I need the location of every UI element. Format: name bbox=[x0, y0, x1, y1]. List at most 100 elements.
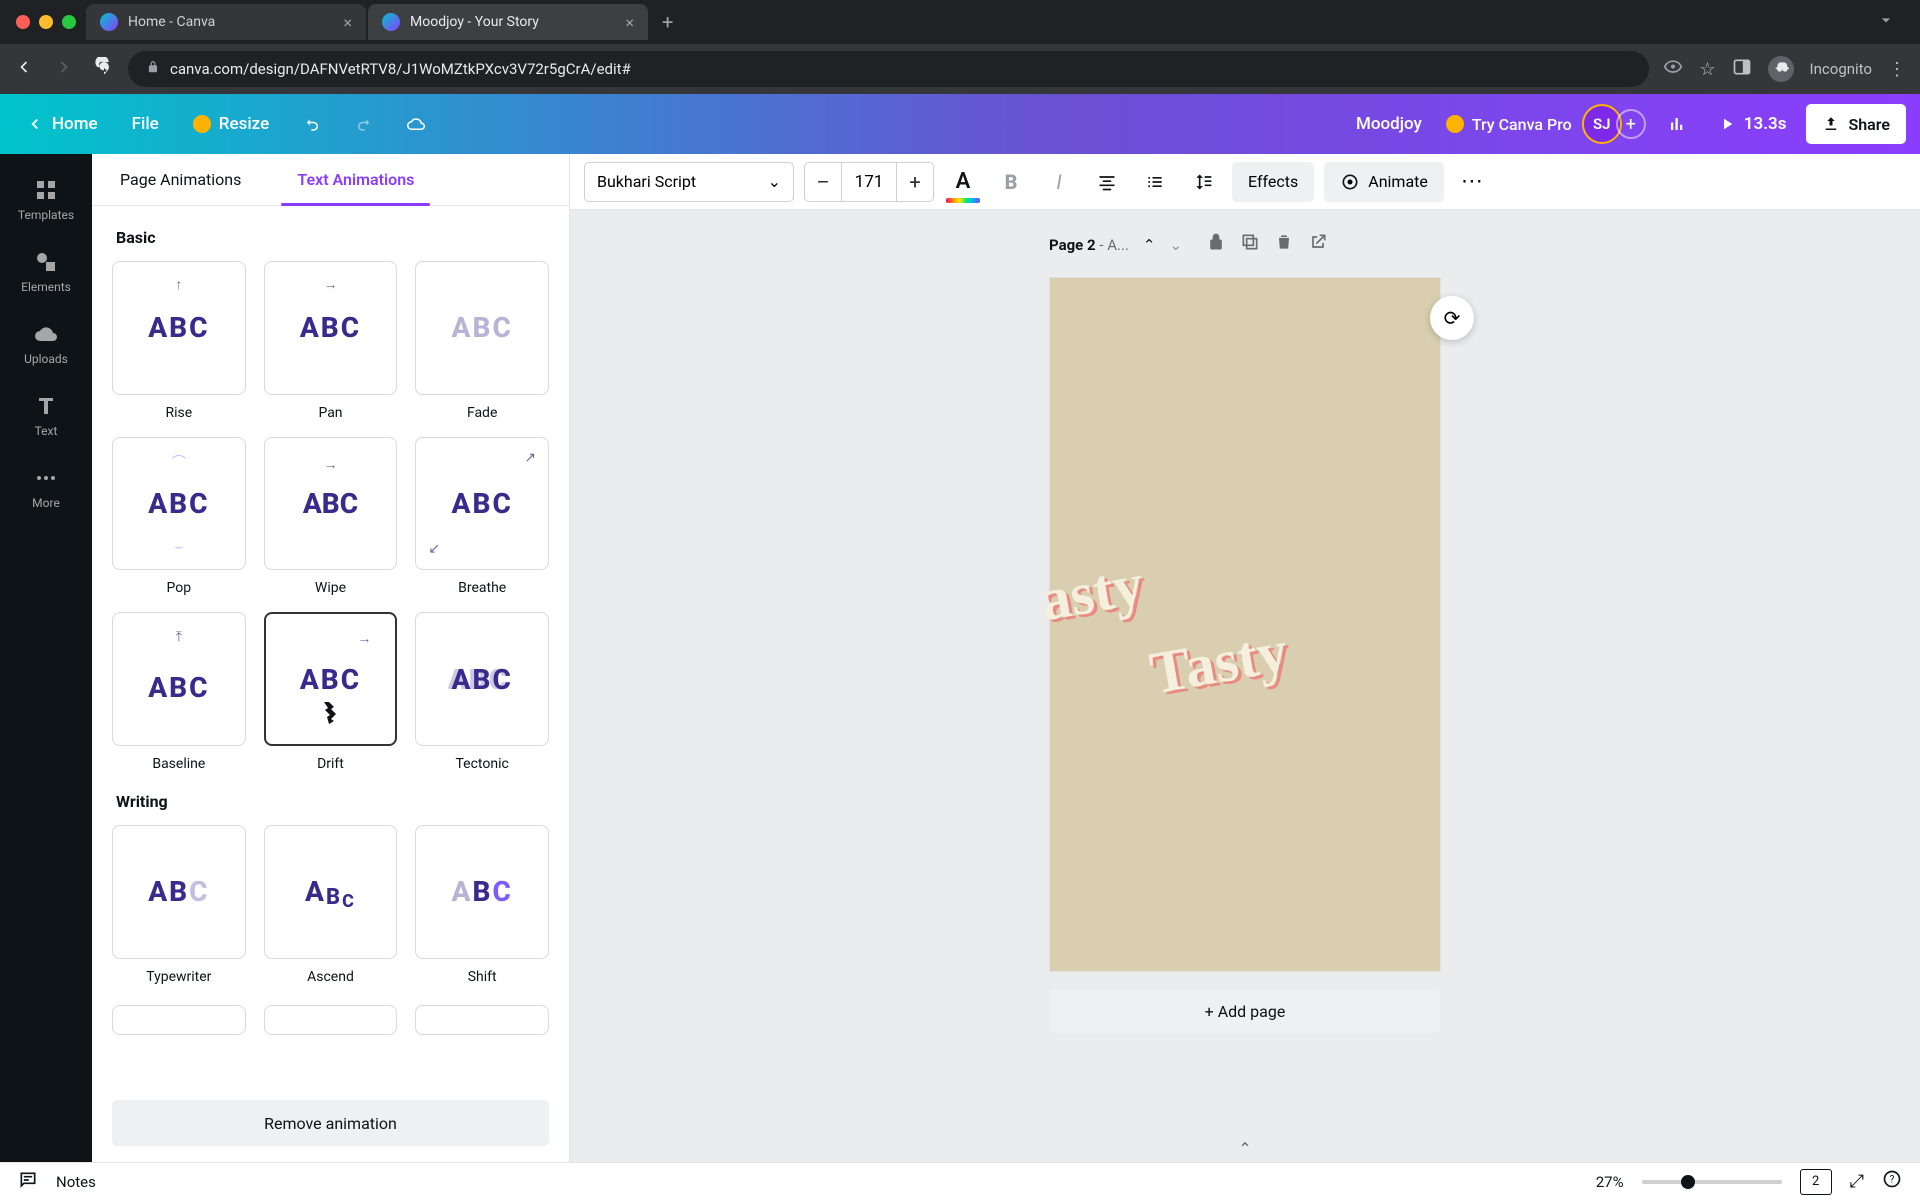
anim-fade[interactable]: ABCFade bbox=[415, 261, 549, 421]
forward-icon[interactable] bbox=[54, 57, 74, 82]
anim-pop[interactable]: ⌒ABC⌣Pop bbox=[112, 437, 246, 597]
anim-ascend[interactable]: ABCAscend bbox=[264, 825, 398, 985]
share-button[interactable]: Share bbox=[1806, 104, 1906, 144]
lock-icon bbox=[146, 60, 160, 78]
anim-baseline[interactable]: ⤒ABCBaseline bbox=[112, 612, 246, 772]
zoom-slider[interactable] bbox=[1642, 1180, 1782, 1184]
back-icon[interactable] bbox=[14, 57, 34, 82]
anim-drift[interactable]: →ABCDrift bbox=[264, 612, 398, 772]
address-bar[interactable]: canva.com/design/DAFNVetRTV8/J1WoMZtkPXc… bbox=[128, 51, 1649, 87]
incognito-avatar[interactable] bbox=[1768, 56, 1794, 82]
page-up-icon[interactable]: ⌃ bbox=[1143, 236, 1156, 254]
close-tab-icon[interactable]: × bbox=[343, 13, 352, 32]
add-member-button[interactable]: + bbox=[1616, 109, 1646, 139]
maximize-window[interactable] bbox=[62, 15, 76, 29]
anim-pan[interactable]: →ABCPan bbox=[264, 261, 398, 421]
favicon bbox=[382, 13, 400, 31]
delete-page-icon[interactable] bbox=[1274, 232, 1294, 257]
redo-button[interactable] bbox=[343, 104, 385, 144]
text-toolbar: Bukhari Script ⌄ – + A B I Effects Anima… bbox=[570, 154, 1920, 210]
text-color-button[interactable]: A bbox=[944, 163, 982, 201]
home-button[interactable]: Home bbox=[14, 104, 110, 144]
help-icon[interactable]: ? bbox=[1882, 1169, 1902, 1194]
undo-button[interactable] bbox=[291, 104, 333, 144]
notes-label[interactable]: Notes bbox=[56, 1173, 96, 1191]
try-pro-button[interactable]: Try Canva Pro bbox=[1446, 115, 1572, 134]
browser-tab-strip: Home - Canva × Moodjoy - Your Story × + bbox=[0, 0, 1920, 44]
rail-elements[interactable]: Elements bbox=[0, 238, 92, 306]
anim-tectonic[interactable]: ABCTectonic bbox=[415, 612, 549, 772]
spacing-button[interactable] bbox=[1184, 163, 1222, 201]
more-options-icon[interactable]: ⋯ bbox=[1454, 163, 1492, 201]
tab-page-animations[interactable]: Page Animations bbox=[92, 154, 269, 205]
list-button[interactable] bbox=[1136, 163, 1174, 201]
crown-icon bbox=[1446, 115, 1464, 133]
anim-extra-3[interactable] bbox=[415, 1005, 549, 1035]
tab-menu-icon[interactable] bbox=[1862, 10, 1910, 34]
resize-button[interactable]: Resize bbox=[181, 104, 281, 144]
rail-text[interactable]: Text bbox=[0, 382, 92, 450]
expand-timeline-icon[interactable]: ⌃ bbox=[1238, 1139, 1251, 1158]
window-controls bbox=[10, 15, 86, 29]
italic-button[interactable]: I bbox=[1040, 163, 1078, 201]
add-page-button[interactable]: + Add page bbox=[1050, 989, 1440, 1033]
anim-wipe[interactable]: →ABCWipe bbox=[264, 437, 398, 597]
fullscreen-icon[interactable]: ⤢ bbox=[1850, 1171, 1864, 1192]
anim-label: Tectonic bbox=[456, 756, 509, 772]
page-count-badge[interactable]: 2 bbox=[1800, 1169, 1832, 1195]
anim-breathe[interactable]: ↗ABC↙Breathe bbox=[415, 437, 549, 597]
animate-label: Animate bbox=[1368, 172, 1428, 191]
zoom-value[interactable]: 27% bbox=[1596, 1173, 1624, 1191]
zoom-knob[interactable] bbox=[1681, 1175, 1695, 1189]
reload-icon[interactable] bbox=[94, 57, 114, 82]
text-element-1[interactable]: asty bbox=[1035, 550, 1149, 636]
rail-uploads[interactable]: Uploads bbox=[0, 310, 92, 378]
close-window[interactable] bbox=[16, 15, 30, 29]
font-size-stepper: – + bbox=[804, 162, 934, 202]
new-tab-button[interactable]: + bbox=[650, 10, 685, 34]
font-name: Bukhari Script bbox=[597, 172, 696, 191]
increase-size[interactable]: + bbox=[897, 163, 933, 201]
browser-tab-2[interactable]: Moodjoy - Your Story × bbox=[368, 4, 648, 40]
notes-icon[interactable] bbox=[18, 1170, 38, 1194]
rail-templates[interactable]: Templates bbox=[0, 166, 92, 234]
file-menu[interactable]: File bbox=[120, 104, 171, 144]
eye-off-icon[interactable] bbox=[1663, 57, 1683, 82]
bold-button[interactable]: B bbox=[992, 163, 1030, 201]
text-element-2[interactable]: Tasty bbox=[1145, 617, 1293, 709]
star-icon[interactable]: ☆ bbox=[1699, 59, 1715, 80]
kebab-icon[interactable]: ⋮ bbox=[1888, 59, 1906, 80]
regenerate-icon[interactable]: ⟳ bbox=[1430, 296, 1474, 340]
animate-button[interactable]: Animate bbox=[1324, 162, 1444, 202]
tab-title: Home - Canva bbox=[128, 14, 215, 30]
page-down-icon[interactable]: ⌄ bbox=[1169, 236, 1182, 254]
anim-extra-1[interactable] bbox=[112, 1005, 246, 1035]
anim-label: Drift bbox=[317, 756, 344, 772]
share-page-icon[interactable] bbox=[1308, 232, 1328, 257]
anim-rise[interactable]: ↑ABCRise bbox=[112, 261, 246, 421]
decrease-size[interactable]: – bbox=[805, 163, 841, 201]
close-tab-icon[interactable]: × bbox=[625, 13, 634, 32]
anim-shift[interactable]: ABCShift bbox=[415, 825, 549, 985]
panel-icon[interactable] bbox=[1732, 57, 1752, 82]
play-button[interactable]: 13.3s bbox=[1708, 114, 1797, 134]
anim-typewriter[interactable]: ABCTypewriter bbox=[112, 825, 246, 985]
rail-more[interactable]: More bbox=[0, 454, 92, 522]
anim-label: Shift bbox=[468, 969, 497, 985]
font-size-input[interactable] bbox=[841, 163, 897, 201]
canvas-page[interactable]: ⟳ asty Tasty bbox=[1050, 278, 1440, 971]
remove-animation-button[interactable]: Remove animation bbox=[112, 1100, 549, 1146]
browser-tab-1[interactable]: Home - Canva × bbox=[86, 4, 366, 40]
effects-button[interactable]: Effects bbox=[1232, 162, 1314, 202]
lock-page-icon[interactable] bbox=[1206, 232, 1226, 257]
document-title[interactable]: Moodjoy bbox=[1342, 114, 1436, 134]
tab-text-animations[interactable]: Text Animations bbox=[269, 154, 442, 205]
cloud-sync-icon[interactable] bbox=[395, 104, 437, 144]
align-button[interactable] bbox=[1088, 163, 1126, 201]
home-label: Home bbox=[52, 114, 98, 134]
anim-extra-2[interactable] bbox=[264, 1005, 398, 1035]
duplicate-page-icon[interactable] bbox=[1240, 232, 1260, 257]
minimize-window[interactable] bbox=[39, 15, 53, 29]
insights-icon[interactable] bbox=[1656, 104, 1698, 144]
font-select[interactable]: Bukhari Script ⌄ bbox=[584, 162, 794, 202]
